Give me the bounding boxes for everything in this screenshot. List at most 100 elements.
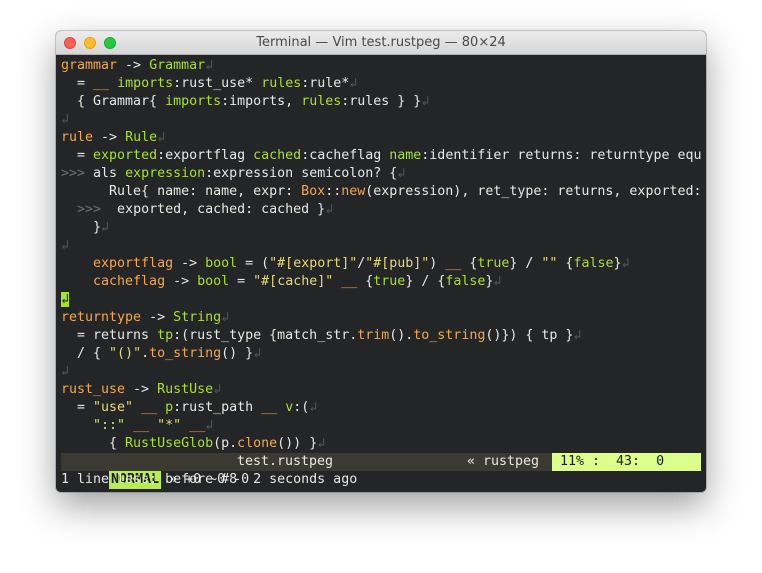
- code-token: ()}) { tp }: [485, 328, 574, 343]
- code-token: exported: [93, 148, 158, 163]
- eol-marker: ↲: [253, 346, 262, 361]
- code-token: {: [461, 256, 478, 271]
- code-token: / {: [61, 346, 110, 361]
- code-token: als: [93, 166, 126, 181]
- code-token: :(rust_type {match_str.: [173, 328, 358, 343]
- code-token: imports: [165, 94, 222, 109]
- code-token: rule: [61, 130, 94, 145]
- code-token: name: [389, 148, 422, 163]
- code-token: :rule: [301, 76, 342, 91]
- code-token: __: [133, 418, 150, 433]
- code-token: rules: [301, 94, 342, 109]
- code-token: {: [357, 274, 374, 289]
- eol-marker: ↲: [157, 130, 166, 145]
- code-token: ::: [325, 184, 342, 199]
- code-token: String: [173, 310, 222, 325]
- eol-marker: ↲: [213, 382, 222, 397]
- buffer-line[interactable]: = exported:exportflag cached:cacheflag n…: [61, 147, 702, 165]
- title-bar[interactable]: Terminal — Vim test.rustpeg — 80×24: [56, 31, 706, 55]
- buffer-line[interactable]: = returns tp:(rust_type {match_str.trim(…: [61, 327, 581, 345]
- buffer-line[interactable]: ↲: [61, 237, 69, 255]
- buffer-line[interactable]: rule -> Rule↲: [61, 129, 165, 147]
- eol-marker: ↲: [61, 364, 70, 379]
- code-token: = (: [237, 256, 270, 271]
- buffer-line[interactable]: { Grammar{ imports:imports, rules:rules …: [61, 93, 429, 111]
- code-token: :rules } }: [341, 94, 422, 109]
- code-token: "*": [157, 418, 182, 433]
- eol-marker: ↲: [205, 418, 214, 433]
- code-token: "::": [93, 418, 126, 433]
- code-token: RustUse: [157, 382, 214, 397]
- code-token: exported, cached: cached }: [109, 202, 326, 217]
- code-token: ()) }: [277, 436, 318, 451]
- buffer-line[interactable]: "::" __ "*" __↲: [61, 417, 213, 435]
- buffer-line[interactable]: ↲: [61, 111, 69, 129]
- cursor: ↲: [61, 292, 70, 307]
- code-token: ->: [117, 58, 150, 73]
- code-token: __: [141, 400, 158, 415]
- eol-marker: ↲: [61, 238, 70, 253]
- code-token: rules: [261, 76, 302, 91]
- code-token: "#[cache]": [253, 274, 334, 289]
- code-token: expression: [125, 166, 206, 181]
- code-token: :expression semicolon? {: [205, 166, 398, 181]
- code-token: >>>: [61, 202, 110, 217]
- eol-marker: ↲: [325, 202, 334, 217]
- code-token: true: [373, 274, 406, 289]
- cursor-position: 11% : 43: 0: [552, 453, 701, 471]
- code-token: ->: [93, 130, 126, 145]
- code-token: =: [229, 274, 254, 289]
- code-token: =: [61, 400, 94, 415]
- code-token: = returns: [61, 328, 158, 343]
- buffer-line[interactable]: }↲: [61, 219, 109, 237]
- vim-command-line[interactable]: 1 line less; before #8 2 seconds ago: [61, 471, 357, 489]
- code-token: :imports,: [221, 94, 302, 109]
- statusline-filename: test.rustpeg: [237, 454, 334, 469]
- buffer-line[interactable]: = "use" __ p:rust_path __ v:(↲: [61, 399, 317, 417]
- code-token: __: [261, 400, 278, 415]
- buffer-line[interactable]: rust_use -> RustUse↲: [61, 381, 221, 399]
- buffer-line[interactable]: { RustUseGlob(p.clone()) }↲: [61, 435, 325, 453]
- code-token: new: [341, 184, 366, 199]
- code-token: "#[export]": [269, 256, 358, 271]
- code-token: false: [445, 274, 486, 289]
- statusline-filetype: « rustpeg «: [467, 454, 564, 469]
- code-token: :rust_path: [173, 400, 262, 415]
- code-token: bool: [205, 256, 238, 271]
- code-token: }: [61, 220, 102, 235]
- eol-marker: ↲: [421, 94, 430, 109]
- code-token: :identifier returns: returntype equ: [421, 148, 702, 163]
- buffer-line[interactable]: grammar -> Grammar↲: [61, 57, 213, 75]
- code-token: } / {: [405, 274, 446, 289]
- buffer-line[interactable]: returntype -> String↲: [61, 309, 229, 327]
- code-token: clone: [237, 436, 278, 451]
- buffer-line[interactable]: cacheflag -> bool = "#[cache]" __ {true}…: [61, 273, 501, 291]
- code-token: =: [61, 148, 94, 163]
- code-token: () }: [221, 346, 254, 361]
- eol-marker: ↲: [317, 436, 326, 451]
- buffer-line[interactable]: / { "()".to_string() }↲: [61, 345, 261, 363]
- eol-marker: ↲: [397, 166, 406, 181]
- buffer-line[interactable]: exportflag -> bool = ("#[export]"/"#[pub…: [61, 255, 630, 273]
- code-token: } /: [509, 256, 542, 271]
- buffer-line[interactable]: ↲: [61, 291, 70, 309]
- code-token: ->: [173, 256, 206, 271]
- code-token: Grammar: [149, 58, 206, 73]
- buffer-line[interactable]: = __ imports:rust_use* rules:rule*↲: [61, 75, 357, 93]
- code-token: true: [477, 256, 510, 271]
- code-token: :(: [293, 400, 310, 415]
- eol-marker: ↲: [221, 310, 230, 325]
- code-token: imports: [117, 76, 174, 91]
- vim-editor[interactable]: grammar -> Grammar↲ = __ imports:rust_us…: [56, 55, 706, 492]
- buffer-line[interactable]: >>> exported, cached: cached }↲: [61, 201, 333, 219]
- code-token: { Grammar{: [61, 94, 166, 109]
- code-token: to_string: [413, 328, 486, 343]
- code-token: __: [189, 418, 206, 433]
- eol-marker: ↲: [621, 256, 630, 271]
- code-token: "use": [93, 400, 134, 415]
- vim-statusline: NORMAL » +0 ~0 -0 test.rustpeg « rustpeg…: [61, 453, 701, 489]
- buffer-line[interactable]: ↲: [61, 363, 69, 381]
- buffer-line[interactable]: >>> als expression:expression semicolon?…: [61, 165, 405, 183]
- buffer-line[interactable]: Rule{ name: name, expr: Box::new(express…: [61, 183, 701, 201]
